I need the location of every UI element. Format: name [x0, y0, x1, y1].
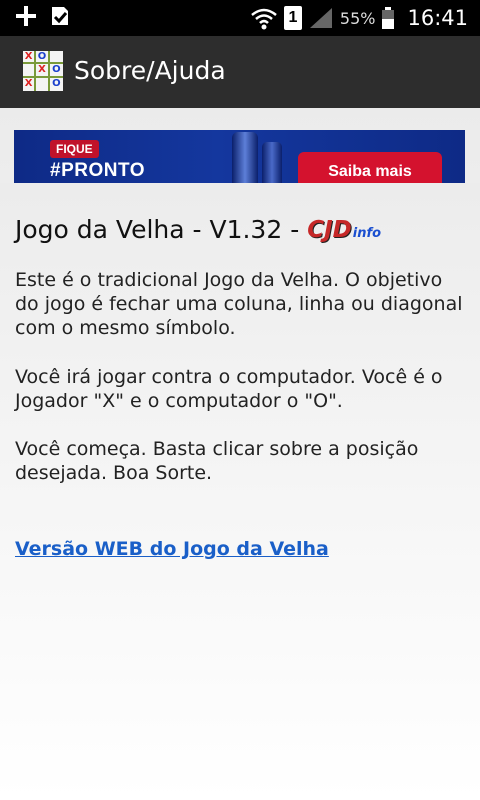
icon-cell: O [52, 78, 61, 90]
icon-cell: O [49, 64, 63, 78]
plus-icon [16, 6, 36, 26]
action-bar-title: Sobre/Ajuda [74, 56, 226, 85]
ad-product-image [262, 142, 282, 183]
icon-cell: O [36, 51, 50, 65]
description-paragraph: Você irá jogar contra o computador. Você… [15, 366, 443, 412]
ad-cta-button[interactable]: Saiba mais [298, 152, 442, 183]
icon-cell: X [23, 51, 37, 65]
logo-main: CJD [307, 216, 352, 243]
ad-banner[interactable]: FIQUE #PRONTO Saiba mais [14, 130, 465, 183]
page-heading: Jogo da Velha - V1.32 - CJD info [15, 215, 381, 244]
icon-cell: X [23, 77, 37, 91]
ad-product-image [232, 132, 258, 183]
icon-cell [36, 77, 50, 91]
description-paragraph: Este é o tradicional Jogo da Velha. O ob… [15, 269, 463, 339]
sim-1-icon: 1 [283, 6, 302, 30]
status-bar-notifications [14, 4, 72, 28]
ad-headline: #PRONTO [50, 160, 146, 181]
icon-cell [49, 51, 63, 65]
cjd-info-logo: CJD info [307, 217, 381, 243]
heading-text: Jogo da Velha - V1.32 - [15, 215, 300, 244]
battery-icon [382, 7, 395, 29]
icon-cell: X [36, 64, 50, 78]
tic-tac-toe-icon[interactable]: X O X O X O [23, 51, 63, 91]
action-bar: X O X O X O Sobre/Ajuda [0, 36, 480, 108]
icon-cell [23, 64, 37, 78]
signal-icon [309, 8, 332, 28]
wifi-icon [251, 8, 277, 30]
status-bar-system: 1 55% 16:41 [250, 0, 468, 36]
status-bar: 1 55% 16:41 [0, 0, 480, 36]
clock: 16:41 [407, 6, 468, 30]
content-area: FIQUE #PRONTO Saiba mais Jogo da Velha -… [0, 108, 480, 800]
logo-sub: info [352, 225, 382, 241]
download-check-icon [52, 7, 68, 25]
description-paragraph: Você começa. Basta clicar sobre a posiçã… [15, 438, 419, 484]
web-version-link[interactable]: Versão WEB do Jogo da Velha [15, 538, 329, 560]
battery-percent: 55% [339, 8, 376, 28]
ad-tag: FIQUE [50, 140, 99, 158]
